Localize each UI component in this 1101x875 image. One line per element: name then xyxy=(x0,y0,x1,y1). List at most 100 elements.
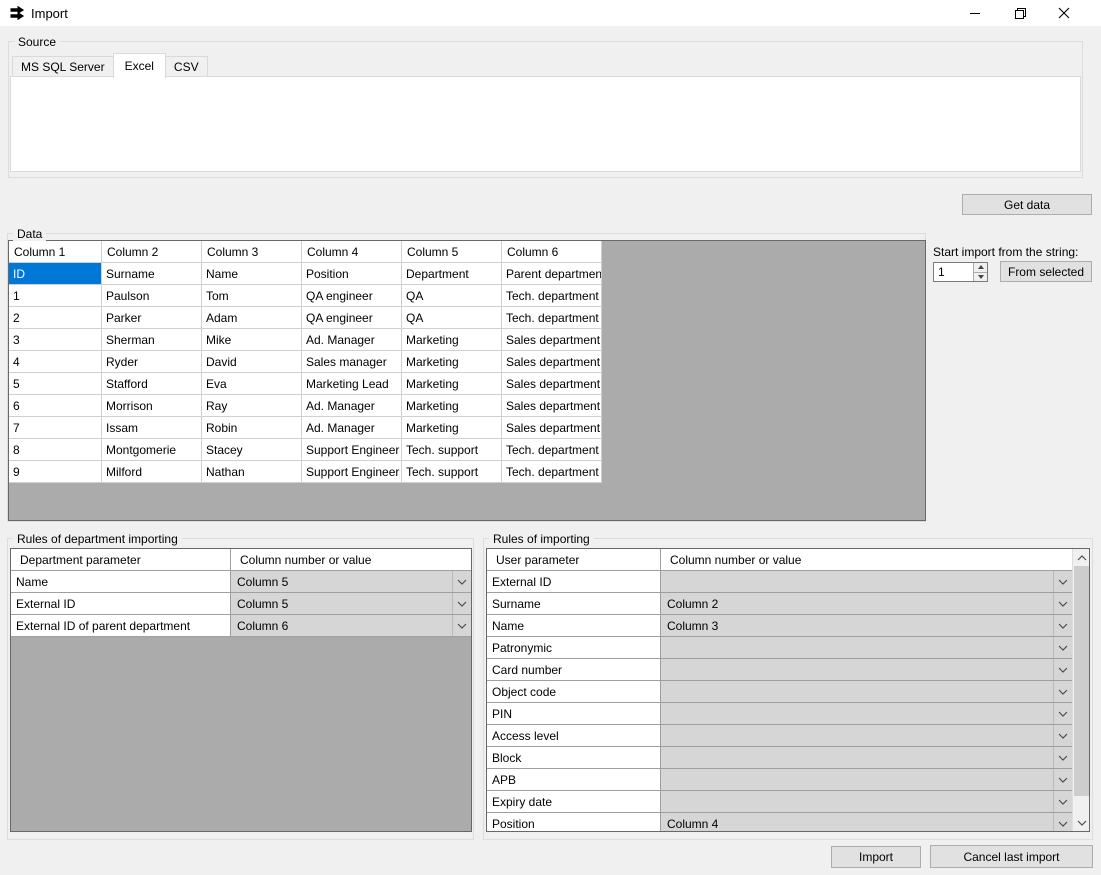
rule-param-position[interactable]: Position xyxy=(487,813,661,832)
data-cell[interactable]: 1 xyxy=(9,285,102,307)
data-cell[interactable]: Parent department xyxy=(502,263,602,285)
column-header[interactable]: Column 1 xyxy=(9,241,102,263)
data-cell[interactable]: Tech. department xyxy=(502,439,602,461)
data-cell[interactable]: Tech. support xyxy=(402,461,502,483)
data-cell[interactable]: Marketing xyxy=(402,351,502,373)
data-cell[interactable]: Issam xyxy=(102,417,202,439)
data-cell[interactable]: Department xyxy=(402,263,502,285)
spinner-down-button[interactable] xyxy=(974,272,987,282)
rule-value-dropdown[interactable] xyxy=(661,659,1072,681)
data-cell[interactable]: Stafford xyxy=(102,373,202,395)
data-cell[interactable]: Tech. department xyxy=(502,285,602,307)
tab-ms-sql-server[interactable]: MS SQL Server xyxy=(12,56,114,77)
rule-param-object-code[interactable]: Object code xyxy=(487,681,661,703)
rule-value-dropdown[interactable] xyxy=(661,703,1072,725)
data-cell[interactable]: Sales department xyxy=(502,395,602,417)
data-cell[interactable]: Marketing xyxy=(402,417,502,439)
data-cell[interactable]: Stacey xyxy=(202,439,302,461)
data-cell[interactable]: 6 xyxy=(9,395,102,417)
scrollbar-thumb[interactable] xyxy=(1074,566,1089,796)
import-button[interactable]: Import xyxy=(831,846,921,868)
rule-param-pin[interactable]: PIN xyxy=(487,703,661,725)
start-row-spinner[interactable]: 1 xyxy=(933,262,988,282)
data-cell[interactable]: Eva xyxy=(202,373,302,395)
data-cell[interactable]: Adam xyxy=(202,307,302,329)
data-cell[interactable]: Support Engineer xyxy=(302,439,402,461)
data-cell[interactable]: Morrison xyxy=(102,395,202,417)
data-cell[interactable]: QA engineer xyxy=(302,285,402,307)
close-button[interactable] xyxy=(1047,0,1081,26)
data-cell[interactable]: Name xyxy=(202,263,302,285)
data-cell[interactable]: 3 xyxy=(9,329,102,351)
data-cell[interactable]: Ad. Manager xyxy=(302,329,402,351)
data-cell[interactable]: 5 xyxy=(9,373,102,395)
from-selected-button[interactable]: From selected xyxy=(1000,261,1092,282)
rule-value-dropdown[interactable] xyxy=(661,769,1072,791)
get-data-button[interactable]: Get data xyxy=(962,194,1092,215)
data-cell[interactable]: Sherman xyxy=(102,329,202,351)
data-cell[interactable]: Tech. department xyxy=(502,307,602,329)
column-header[interactable]: Column 3 xyxy=(202,241,302,263)
rule-param-external-id-of-parent-department[interactable]: External ID of parent department xyxy=(11,615,231,637)
rule-value-dropdown[interactable]: Column 3 xyxy=(661,615,1072,637)
data-cell[interactable]: 4 xyxy=(9,351,102,373)
data-cell[interactable]: Marketing xyxy=(402,329,502,351)
data-cell[interactable]: Sales department xyxy=(502,373,602,395)
tab-csv[interactable]: CSV xyxy=(165,56,208,77)
data-cell[interactable]: Marketing xyxy=(402,395,502,417)
minimize-button[interactable] xyxy=(958,0,992,26)
data-cell[interactable]: ID xyxy=(9,263,102,285)
data-cell[interactable]: Marketing Lead xyxy=(302,373,402,395)
import-rules-scrollbar[interactable] xyxy=(1072,549,1089,831)
rule-value-dropdown[interactable]: Column 5 xyxy=(231,593,471,615)
data-cell[interactable]: Tom xyxy=(202,285,302,307)
column-header[interactable]: Column 2 xyxy=(102,241,202,263)
data-cell[interactable]: Ryder xyxy=(102,351,202,373)
scroll-down-button[interactable] xyxy=(1073,814,1090,831)
rule-value-dropdown[interactable] xyxy=(661,637,1072,659)
data-cell[interactable]: David xyxy=(202,351,302,373)
rule-param-external-id[interactable]: External ID xyxy=(11,593,231,615)
data-cell[interactable]: QA xyxy=(402,285,502,307)
data-cell[interactable]: Sales department xyxy=(502,417,602,439)
rule-param-name[interactable]: Name xyxy=(487,615,661,637)
data-cell[interactable]: 9 xyxy=(9,461,102,483)
data-cell[interactable]: Sales department xyxy=(502,329,602,351)
data-cell[interactable]: 8 xyxy=(9,439,102,461)
rule-value-dropdown[interactable]: Column 6 xyxy=(231,615,471,637)
rule-param-card-number[interactable]: Card number xyxy=(487,659,661,681)
rule-param-patronymic[interactable]: Patronymic xyxy=(487,637,661,659)
data-cell[interactable]: Tech. support xyxy=(402,439,502,461)
tab-excel[interactable]: Excel xyxy=(113,53,166,78)
data-cell[interactable]: Sales manager xyxy=(302,351,402,373)
column-header[interactable]: Column 4 xyxy=(302,241,402,263)
data-cell[interactable]: Paulson xyxy=(102,285,202,307)
rule-param-surname[interactable]: Surname xyxy=(487,593,661,615)
data-cell[interactable]: Position xyxy=(302,263,402,285)
data-cell[interactable]: Parker xyxy=(102,307,202,329)
rule-value-dropdown[interactable] xyxy=(661,571,1072,593)
data-cell[interactable]: Surname xyxy=(102,263,202,285)
data-cell[interactable]: QA engineer xyxy=(302,307,402,329)
maximize-restore-button[interactable] xyxy=(1003,0,1037,26)
cancel-last-import-button[interactable]: Cancel last import xyxy=(930,845,1093,868)
data-cell[interactable]: Ad. Manager xyxy=(302,417,402,439)
data-cell[interactable]: Robin xyxy=(202,417,302,439)
rule-value-dropdown[interactable]: Column 5 xyxy=(231,571,471,593)
rule-value-dropdown[interactable] xyxy=(661,791,1072,813)
data-cell[interactable]: Ad. Manager xyxy=(302,395,402,417)
rule-param-apb[interactable]: APB xyxy=(487,769,661,791)
rule-value-dropdown[interactable] xyxy=(661,747,1072,769)
rule-param-block[interactable]: Block xyxy=(487,747,661,769)
data-cell[interactable]: Ray xyxy=(202,395,302,417)
rule-value-dropdown[interactable] xyxy=(661,681,1072,703)
data-cell[interactable]: Nathan xyxy=(202,461,302,483)
data-cell[interactable]: Sales department xyxy=(502,351,602,373)
spinner-value[interactable]: 1 xyxy=(934,263,973,281)
column-header[interactable]: Column 6 xyxy=(502,241,602,263)
rule-param-external-id[interactable]: External ID xyxy=(487,571,661,593)
rule-param-access-level[interactable]: Access level xyxy=(487,725,661,747)
data-cell[interactable]: Support Engineer xyxy=(302,461,402,483)
spinner-up-button[interactable] xyxy=(974,263,987,272)
rule-value-dropdown[interactable]: Column 4 xyxy=(661,813,1072,832)
